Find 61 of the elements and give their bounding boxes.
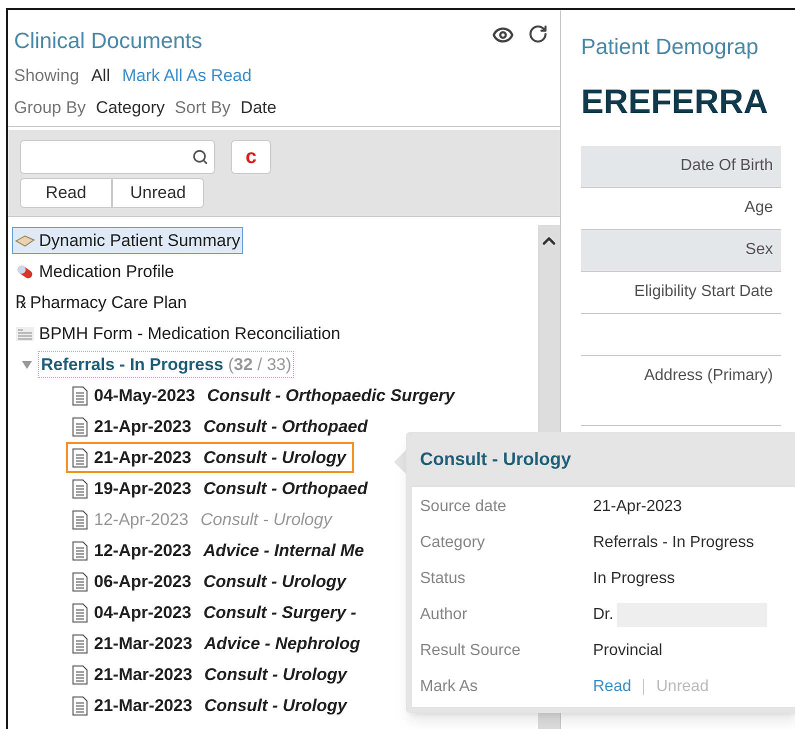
document-row[interactable]: 21-Apr-2023 Consult - Urology xyxy=(66,442,354,473)
group-label[interactable]: Referrals - In Progress (32 / 33) xyxy=(38,350,294,378)
tree-item[interactable]: ℞ Pharmacy Care Plan xyxy=(12,288,190,317)
tree-item[interactable]: Medication Profile xyxy=(12,258,178,286)
detail-value: Dr. xyxy=(593,605,614,625)
detail-label: Category xyxy=(420,533,486,553)
tree-item[interactable]: Dynamic Patient Summary xyxy=(12,226,244,254)
document-icon xyxy=(72,478,88,498)
detail-label: Mark As xyxy=(420,677,479,697)
document-icon xyxy=(72,696,88,716)
clear-button[interactable]: c xyxy=(231,140,271,174)
detail-label: Author xyxy=(420,605,468,625)
field-label-cell: Date Of Birth xyxy=(581,146,781,188)
document-icon xyxy=(72,448,88,468)
document-icon xyxy=(72,572,88,592)
document-row[interactable]: 21-Mar-2023 Consult - Urology xyxy=(66,659,355,690)
showing-label: Showing xyxy=(14,65,80,87)
book-icon xyxy=(15,234,35,248)
document-row[interactable]: 06-Apr-2023 Consult - Urology xyxy=(66,566,354,597)
field-label-cell: Sex xyxy=(581,230,781,272)
document-row[interactable]: 12-Apr-2023 Advice - Internal Me xyxy=(66,535,372,566)
document-icon xyxy=(72,416,88,436)
form-icon xyxy=(15,326,35,342)
expand-triangle-icon[interactable] xyxy=(22,360,32,370)
document-row[interactable]: 04-May-2023 Consult - Orthopaedic Surgery xyxy=(66,380,463,411)
panel-title: Clinical Documents xyxy=(14,27,204,55)
document-row[interactable]: 21-Apr-2023 Consult - Orthopaed xyxy=(66,411,376,442)
group-by-value[interactable]: Category xyxy=(96,94,165,120)
detail-label: Status xyxy=(420,569,466,589)
detail-value: In Progress xyxy=(593,569,675,589)
document-icon xyxy=(72,634,88,654)
popover-title: Consult - Urology xyxy=(419,448,572,471)
refresh-icon[interactable] xyxy=(528,24,548,44)
filter-button[interactable]: Unread xyxy=(112,178,204,208)
sort-by-value[interactable]: Date xyxy=(240,94,276,120)
document-icon xyxy=(72,510,88,530)
showing-value[interactable]: All xyxy=(91,63,110,88)
document-icon xyxy=(72,664,88,684)
document-row[interactable]: 21-Mar-2023 Advice - Nephrolog xyxy=(66,628,368,659)
detail-label: Source date xyxy=(420,497,508,517)
report-heading: EREFERRA xyxy=(581,82,770,123)
document-row[interactable]: 04-Apr-2023 Consult - Surgery - xyxy=(66,597,364,628)
detail-value: Provincial xyxy=(593,641,662,661)
document-row[interactable]: 21-Mar-2023 Consult - Urology xyxy=(66,690,355,721)
panel-title: Patient Demograp xyxy=(581,33,760,61)
document-icon xyxy=(72,540,88,560)
sort-by-label: Sort By xyxy=(174,96,231,118)
rx-icon: ℞ xyxy=(15,289,26,316)
detail-value: 21-Apr-2023 xyxy=(593,497,682,517)
document-icon xyxy=(72,386,88,406)
mark-as-link[interactable]: Read xyxy=(593,675,632,699)
detail-value: Referrals - In Progress xyxy=(593,533,754,553)
document-icon xyxy=(72,602,88,622)
search-field[interactable] xyxy=(20,140,215,174)
document-row[interactable]: 19-Apr-2023 Consult - Orthopaed xyxy=(66,473,376,504)
tree-item[interactable]: BPMH Form - Medication Reconciliation xyxy=(12,320,344,348)
filter-button[interactable]: Read xyxy=(20,178,112,208)
group-by-label: Group By xyxy=(14,96,86,118)
search-icon xyxy=(192,148,208,166)
detail-label: Result Source xyxy=(420,641,522,661)
mark-all-read-link[interactable]: Mark All As Read xyxy=(122,63,252,88)
